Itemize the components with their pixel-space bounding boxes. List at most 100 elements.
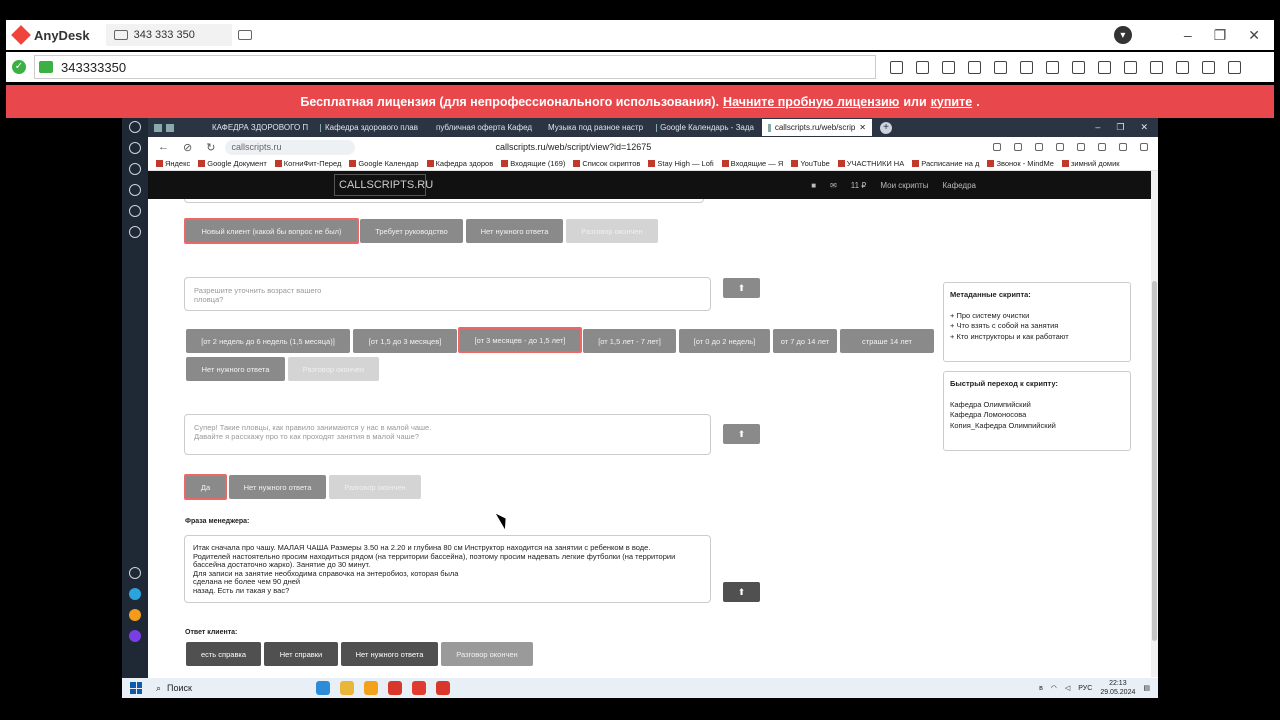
bookmark-item[interactable]: Звонок - MindMe <box>987 159 1054 168</box>
whiteboard-icon[interactable] <box>1202 60 1215 74</box>
trial-link[interactable]: Начните пробную лицензию <box>723 95 899 109</box>
page-scrollbar[interactable] <box>1151 171 1158 677</box>
vpn-icon[interactable] <box>1056 143 1064 151</box>
adblock-icon[interactable] <box>1077 143 1085 151</box>
permissions-icon[interactable] <box>1150 60 1163 74</box>
bookmark-item[interactable]: Входящие (169) <box>501 159 565 168</box>
bookmark-item[interactable]: YouTube <box>791 159 830 168</box>
scrollbar-thumb[interactable] <box>1152 281 1157 641</box>
answer-button[interactable]: есть справка <box>186 642 261 666</box>
tab-close-icon[interactable]: ✕ <box>859 123 866 132</box>
bookmark-item[interactable]: Входящие — Я <box>721 159 783 168</box>
reload-icon[interactable]: ↻ <box>206 141 215 154</box>
keyboard-icon[interactable] <box>1124 60 1137 74</box>
close-icon[interactable]: ✕ <box>1140 122 1148 133</box>
answer-button[interactable]: страше 14 лет <box>840 329 934 353</box>
question-textbox[interactable]: Разрешите уточнить возраст вашего пловца… <box>184 277 711 311</box>
answer-button[interactable]: [от 0 до 2 недель] <box>679 329 770 353</box>
viber-icon[interactable] <box>129 630 141 642</box>
hamburger-menu-icon[interactable] <box>1228 60 1241 74</box>
url-input[interactable]: callscripts.ru <box>225 139 356 155</box>
answer-button[interactable]: Нет справки <box>264 642 338 666</box>
up-arrow-button[interactable]: ⬆ <box>723 582 760 602</box>
workspace-switch[interactable] <box>148 119 200 136</box>
actions-icon[interactable] <box>1098 60 1111 74</box>
mail-icon[interactable]: ✉ <box>830 181 837 190</box>
browser-tab[interactable]: публичная оферта Кафед <box>426 119 536 136</box>
bookmark-item[interactable]: УЧАСТНИКИ НА <box>837 159 904 168</box>
buy-link[interactable]: купите <box>931 95 973 109</box>
answer-button-selected[interactable]: Новый клиент (какой бы вопрос не был) <box>184 218 359 244</box>
extensions-icon[interactable] <box>129 163 141 175</box>
end-call-button[interactable]: Разговор окончен <box>441 642 533 666</box>
database-icon[interactable] <box>942 60 955 74</box>
answer-button-selected[interactable]: [от 3 месяцев - до 1,5 лет] <box>458 327 582 353</box>
manager-phrase-textbox[interactable]: Итак сначала про чашу. МАЛАЯ ЧАША Размер… <box>184 535 711 603</box>
maximize-icon[interactable]: ❐ <box>1116 122 1124 133</box>
privacy-icon[interactable] <box>890 60 903 74</box>
bookmark-item[interactable]: Яндекс <box>156 159 190 168</box>
answer-button[interactable]: Нет нужного ответа <box>466 219 563 243</box>
browser-tab[interactable]: КАФЕДРА ЗДОРОВОГО П <box>202 119 312 136</box>
maximize-icon[interactable]: ❐ <box>1214 27 1227 44</box>
session-tab[interactable]: 343 333 350 <box>105 24 232 46</box>
extension-icon[interactable] <box>1035 143 1043 151</box>
quick-jump-item[interactable]: Кафедра Ломоносова <box>950 410 1124 421</box>
back-icon[interactable]: ← <box>158 141 169 154</box>
minimize-icon[interactable]: – <box>1184 27 1192 43</box>
display-icon[interactable] <box>1046 60 1059 74</box>
bookmark-item[interactable]: Google Документ <box>198 159 267 168</box>
address-input[interactable]: 343333350 <box>34 55 876 79</box>
file-icon[interactable] <box>994 60 1007 74</box>
star-icon[interactable] <box>968 60 981 74</box>
browser-tab-active[interactable]: callscripts.ru/web/scrip ✕ <box>762 119 872 136</box>
language-indicator[interactable]: РУС <box>1078 685 1092 692</box>
notifications-icon[interactable]: ▤ <box>1143 684 1150 692</box>
nav-my-scripts[interactable]: Мои скрипты <box>880 181 928 190</box>
app-icon[interactable] <box>129 609 141 621</box>
monitor-1-icon[interactable] <box>1020 60 1033 74</box>
forward-icon[interactable]: ⊘ <box>183 141 192 154</box>
answer-button-selected[interactable]: Да <box>184 474 227 500</box>
remote-screen[interactable]: КАФЕДРА ЗДОРОВОГО П Кафедра здорового пл… <box>122 118 1158 698</box>
record-icon[interactable] <box>1176 60 1189 74</box>
answer-button[interactable]: Требует руководство <box>360 219 463 243</box>
up-arrow-button[interactable]: ⬆ <box>723 278 760 298</box>
bookmark-item[interactable]: Расписание на д <box>912 159 979 168</box>
metadata-item[interactable]: + Кто инструкторы и как работают <box>950 332 1124 343</box>
browser-tab[interactable]: Музыка под разное настр <box>538 119 648 136</box>
clock[interactable]: 22:13 29.05.2024 <box>1100 679 1135 697</box>
up-arrow-button[interactable]: ⬆ <box>723 424 760 444</box>
hourglass-icon[interactable] <box>916 60 929 74</box>
answer-button[interactable]: [от 1,5 лет - 7 лет] <box>583 329 676 353</box>
end-call-button[interactable]: Разговор окончен <box>329 475 421 499</box>
answer-button[interactable]: Нет нужного ответа <box>229 475 326 499</box>
bookmark-item[interactable]: Stay High — Lofi <box>648 159 714 168</box>
workspace-icon[interactable] <box>129 205 141 217</box>
quick-jump-item[interactable]: Копия_Кафедра Олимпийский <box>950 421 1124 432</box>
wifi-icon[interactable]: ◠ <box>1051 684 1057 692</box>
volume-icon[interactable]: ◁ <box>1065 684 1070 692</box>
bookmark-item[interactable]: Кафедра здоров <box>426 159 493 168</box>
close-icon[interactable]: ✕ <box>1248 27 1260 44</box>
chat-icon[interactable] <box>1072 60 1085 74</box>
add-icon[interactable] <box>129 567 141 579</box>
answer-button[interactable]: от 7 до 14 лет <box>773 329 837 353</box>
anydesk-taskbar-icon[interactable] <box>388 681 402 695</box>
quick-jump-item[interactable]: Кафедра Олимпийский <box>950 400 1124 411</box>
start-button[interactable] <box>130 682 142 694</box>
bookmark-item[interactable]: Список скриптов <box>573 159 640 168</box>
browser-tab[interactable]: Кафедра здорового плав <box>314 119 424 136</box>
speed-dial-icon[interactable] <box>129 121 141 133</box>
metadata-item[interactable]: + Что взять с собой на занятия <box>950 321 1124 332</box>
chrome-icon[interactable] <box>364 681 378 695</box>
browser-tab[interactable]: Google Календарь - Зада <box>650 119 760 136</box>
bookmark-item[interactable]: зимний домик <box>1061 159 1120 168</box>
nav-kafedra[interactable]: Кафедра <box>942 181 976 190</box>
site-logo[interactable]: CALLSCRIPTS.RU <box>334 174 433 196</box>
answer-button[interactable]: [от 2 недель до 6 недель (1,5 месяца)] <box>186 329 350 353</box>
answer-button[interactable]: Нет нужного ответа <box>341 642 438 666</box>
edge-icon[interactable] <box>316 681 330 695</box>
video-icon[interactable]: ■ <box>811 181 816 190</box>
new-tab-button[interactable]: + <box>880 121 892 134</box>
